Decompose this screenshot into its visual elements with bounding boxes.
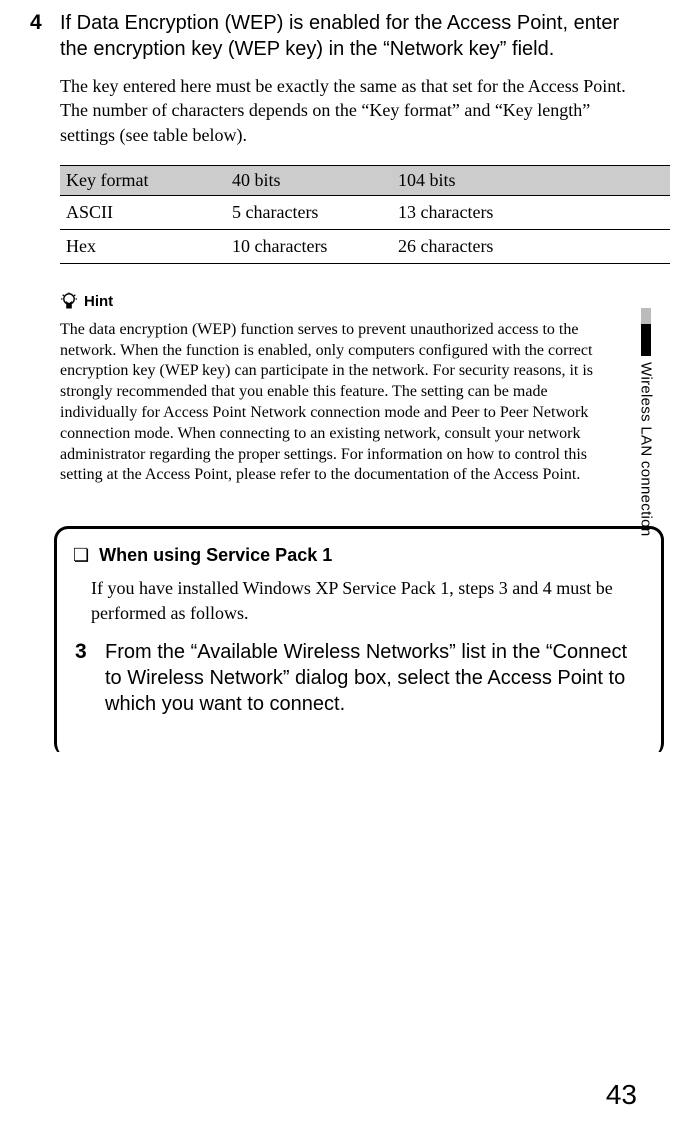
sp-step-3-title: From the “Available Wireless Networks” l…: [105, 639, 645, 717]
table-cell: 10 characters: [226, 229, 392, 263]
table-cell: 26 characters: [392, 229, 670, 263]
hint-block: Hint The data encryption (WEP) function …: [60, 292, 620, 486]
service-pack-box: ❏ When using Service Pack 1 If you have …: [54, 526, 664, 757]
table-cell: 13 characters: [392, 195, 670, 229]
step-4-block: 4 If Data Encryption (WEP) is enabled fo…: [30, 10, 637, 62]
table-header-row: Key format 40 bits 104 bits: [60, 165, 670, 195]
table-cell: Hex: [60, 229, 226, 263]
side-tab-label: Wireless LAN connection: [638, 362, 655, 536]
step-4-title: If Data Encryption (WEP) is enabled for …: [60, 10, 637, 62]
hint-label: Hint: [84, 293, 113, 310]
hint-text: The data encryption (WEP) function serve…: [60, 320, 620, 486]
table-header-cell: 40 bits: [226, 165, 392, 195]
step-4-description: The key entered here must be exactly the…: [60, 74, 637, 147]
side-tab-black-marker: [641, 324, 651, 356]
hint-lightbulb-icon: [60, 292, 78, 312]
box-bullet-icon: ❏: [73, 545, 89, 566]
sp-box-desc: If you have installed Windows XP Service…: [91, 576, 645, 625]
table-header-cell: Key format: [60, 165, 226, 195]
sp-box-title: When using Service Pack 1: [99, 545, 332, 566]
key-length-table: Key format 40 bits 104 bits ASCII 5 char…: [60, 165, 670, 264]
table-cell: 5 characters: [226, 195, 392, 229]
step-number-4: 4: [30, 10, 48, 36]
table-row: Hex 10 characters 26 characters: [60, 229, 670, 263]
step-number-3: 3: [75, 639, 93, 665]
table-row: ASCII 5 characters 13 characters: [60, 195, 670, 229]
sp-title-row: ❏ When using Service Pack 1: [73, 545, 645, 566]
hint-heading: Hint: [60, 292, 620, 312]
page-number: 43: [606, 1079, 637, 1111]
table-header-cell: 104 bits: [392, 165, 670, 195]
table-cell: ASCII: [60, 195, 226, 229]
side-tab-grey-marker: [641, 308, 651, 324]
sp-step-3-block: 3 From the “Available Wireless Networks”…: [75, 639, 645, 717]
section-side-tab: Wireless LAN connection: [635, 308, 657, 536]
document-page: 4 If Data Encryption (WEP) is enabled fo…: [0, 0, 687, 1139]
